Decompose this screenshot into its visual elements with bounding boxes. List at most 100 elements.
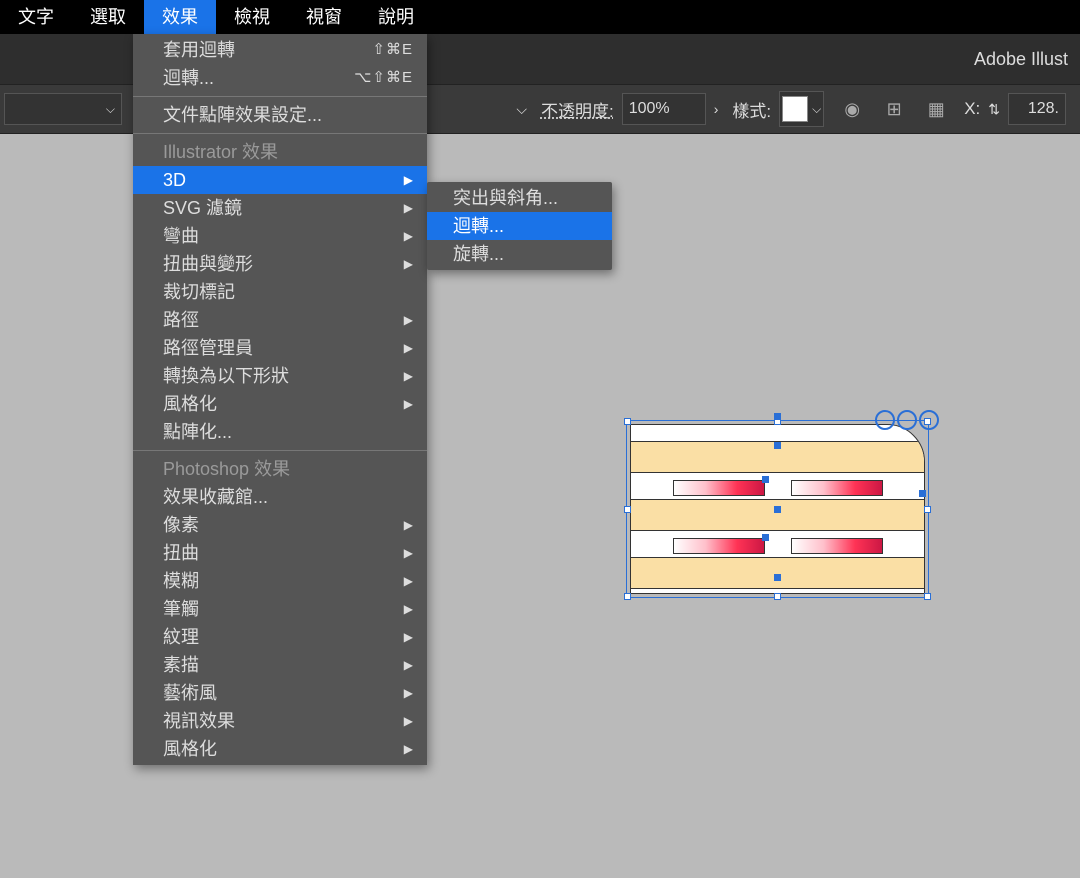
menu-item-label: 文件點陣效果設定... (163, 104, 322, 126)
anchor-point[interactable] (774, 413, 781, 420)
menu-item-label: 迴轉... (163, 67, 214, 89)
menu-item[interactable]: 紋理 ▶ (133, 623, 427, 651)
submenu-arrow-icon: ▶ (404, 542, 413, 564)
style-swatch (782, 96, 808, 122)
menu-item-label: 素描 (163, 654, 199, 676)
selection-handle[interactable] (624, 506, 631, 513)
submenu-arrow-icon: ▶ (404, 570, 413, 592)
submenu-arrow-icon: ▶ (404, 197, 413, 219)
submenu-arrow-icon: ▶ (404, 626, 413, 648)
menu-item-label: 旋轉... (453, 243, 504, 265)
separator (133, 450, 427, 451)
menu-item[interactable]: 路徑 ▶ (133, 306, 427, 334)
menu-item[interactable]: 素描 ▶ (133, 651, 427, 679)
selection-handle[interactable] (624, 418, 631, 425)
gradient-rect (791, 480, 883, 496)
submenu-item[interactable]: 迴轉... (427, 212, 612, 240)
menu-item[interactable]: 筆觸 ▶ (133, 595, 427, 623)
menu-item[interactable]: 模糊 ▶ (133, 567, 427, 595)
menu-section-label: Photoshop 效果 (163, 458, 290, 480)
anchor-point[interactable] (774, 506, 781, 513)
menu-item[interactable]: 效果收藏館... (133, 483, 427, 511)
chevron-down-icon: ⌵ (106, 102, 115, 117)
anchor-point[interactable] (774, 574, 781, 581)
menu-item-label: 路徑管理員 (163, 337, 253, 359)
menu-text[interactable]: 文字 (0, 0, 72, 34)
menu-item[interactable]: 彎曲▶ (133, 222, 427, 250)
submenu-item[interactable]: 旋轉... (427, 240, 612, 268)
menu-item-label: 套用迴轉 (163, 39, 235, 61)
illustrator-effects-header: Illustrator 效果 (133, 138, 427, 166)
menu-item[interactable]: 路徑管理員▶ (133, 334, 427, 362)
submenu-arrow-icon: ▶ (404, 682, 413, 704)
anchor-point[interactable] (762, 534, 769, 541)
submenu-arrow-icon: ▶ (404, 309, 413, 331)
align-icon[interactable]: ⊞ (880, 95, 908, 123)
menu-item[interactable]: SVG 濾鏡 ▶ (133, 194, 427, 222)
app-name: Adobe Illust (974, 49, 1068, 70)
submenu-item[interactable]: 突出與斜角... (427, 184, 612, 212)
selected-artwork[interactable] (620, 414, 935, 604)
chevron-right-icon[interactable]: › (714, 101, 719, 117)
menu-item-label: 紋理 (163, 626, 199, 648)
menu-item-label: SVG 濾鏡 (163, 197, 242, 219)
menu-window[interactable]: 視窗 (288, 0, 360, 34)
x-input[interactable]: 128. (1008, 93, 1066, 125)
anchor-point[interactable] (919, 490, 926, 497)
gradient-rect (673, 538, 765, 554)
menu-item[interactable]: 扭曲▶ (133, 539, 427, 567)
menu-item[interactable]: 藝術風▶ (133, 679, 427, 707)
submenu-arrow-icon: ▶ (404, 169, 413, 191)
anchor-point[interactable] (762, 476, 769, 483)
menu-item-label: 模糊 (163, 570, 199, 592)
chevron-down-icon: ⌵ (812, 102, 821, 117)
selection-handle[interactable] (924, 593, 931, 600)
document-raster-settings[interactable]: 文件點陣效果設定... (133, 101, 427, 129)
photoshop-effects-header: Photoshop 效果 (133, 455, 427, 483)
menu-effect[interactable]: 效果 (144, 0, 216, 34)
selection-handle[interactable] (774, 593, 781, 600)
stripe (631, 557, 924, 589)
apply-last-effect[interactable]: 套用迴轉 ⇧⌘E (133, 36, 427, 64)
opacity-input[interactable]: 100% (622, 93, 706, 125)
submenu-arrow-icon: ▶ (404, 393, 413, 415)
submenu-arrow-icon: ▶ (404, 654, 413, 676)
menu-item[interactable]: 轉換為以下形狀▶ (133, 362, 427, 390)
menu-help[interactable]: 說明 (360, 0, 432, 34)
gradient-rect (791, 538, 883, 554)
menu-view[interactable]: 檢視 (216, 0, 288, 34)
menu-select[interactable]: 選取 (72, 0, 144, 34)
menu-item-label: 路徑 (163, 309, 199, 331)
separator (133, 133, 427, 134)
selection-type-combo[interactable]: ⌵ (4, 93, 122, 125)
menu-item[interactable]: 3D▶ (133, 166, 427, 194)
style-combo[interactable]: ⌵ (779, 91, 824, 127)
gradient-rect (673, 480, 765, 496)
menu-section-label: Illustrator 效果 (163, 141, 278, 163)
menu-item-label: 風格化 (163, 393, 217, 415)
menu-item-label: 像素 (163, 514, 199, 536)
submenu-arrow-icon: ▶ (404, 598, 413, 620)
menu-item-label: 筆觸 (163, 598, 199, 620)
menu-item[interactable]: 視訊效果▶ (133, 707, 427, 735)
menu-item-label: 效果收藏館... (163, 486, 268, 508)
menu-item[interactable]: 裁切標記 (133, 278, 427, 306)
last-effect[interactable]: 迴轉... ⌥⇧⌘E (133, 64, 427, 92)
menu-item-label: 轉換為以下形狀 (163, 365, 289, 387)
submenu-arrow-icon: ▶ (404, 225, 413, 247)
stepper-icon[interactable]: ⇅ (988, 101, 1000, 118)
appearance-icon[interactable]: ◉ (838, 95, 866, 123)
opacity-label: 不透明度: (541, 97, 614, 122)
menu-item[interactable]: 扭曲與變形▶ (133, 250, 427, 278)
transform-icon[interactable]: ▦ (922, 95, 950, 123)
chevron-down-icon[interactable]: ⌵ (516, 101, 527, 118)
menu-item[interactable]: 像素▶ (133, 511, 427, 539)
menu-item[interactable]: 點陣化... (133, 418, 427, 446)
selection-handle[interactable] (924, 506, 931, 513)
selection-handle[interactable] (624, 593, 631, 600)
corner-radius-widget[interactable] (875, 410, 939, 430)
effects-menu: 套用迴轉 ⇧⌘E 迴轉... ⌥⇧⌘E 文件點陣效果設定... Illustra… (133, 34, 427, 765)
menu-item[interactable]: 風格化 ▶ (133, 390, 427, 418)
anchor-point[interactable] (774, 442, 781, 449)
menu-item[interactable]: 風格化▶ (133, 735, 427, 763)
